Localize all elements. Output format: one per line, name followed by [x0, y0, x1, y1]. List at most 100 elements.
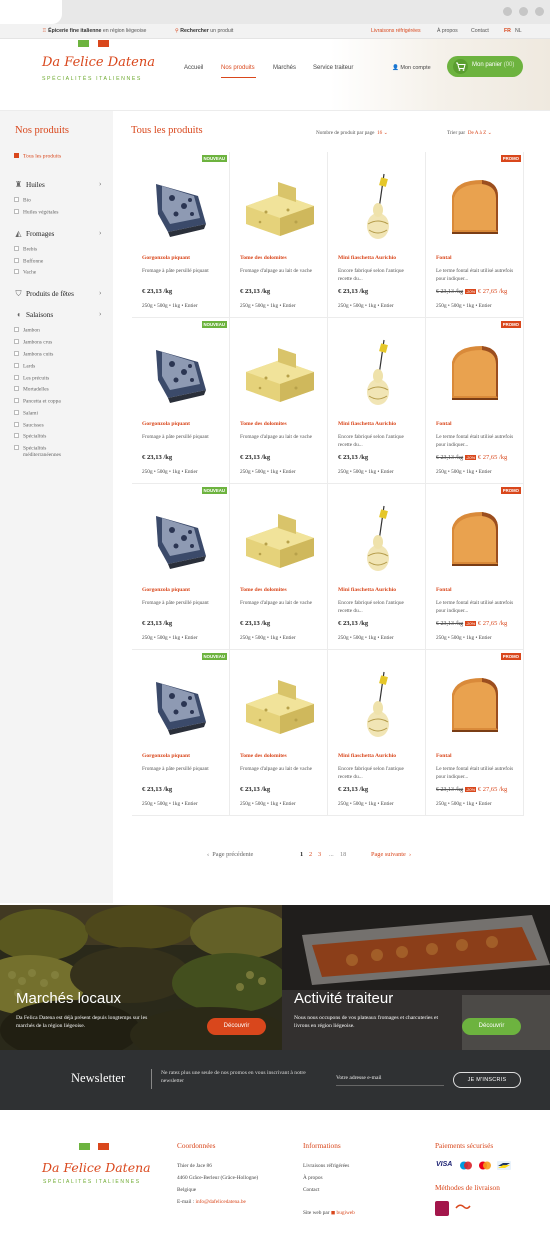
product-image[interactable]: [328, 498, 426, 576]
product-card[interactable]: Tome des dolomites Fromage d'alpage au la…: [230, 152, 328, 318]
product-image[interactable]: [426, 664, 524, 742]
product-image[interactable]: [230, 498, 328, 576]
sidebar-item-jambons-crus[interactable]: Jambons crus: [14, 339, 52, 346]
product-image[interactable]: [426, 332, 524, 410]
cart-button[interactable]: Mon panier (00): [447, 56, 523, 77]
product-name[interactable]: Gorgonzola piquant: [142, 587, 190, 593]
search-link[interactable]: ⚲ Rechercher un produit: [175, 28, 233, 34]
checkbox[interactable]: [14, 410, 19, 415]
product-image[interactable]: [230, 166, 328, 244]
product-name[interactable]: Tome des dolomites: [240, 255, 287, 261]
weight-options[interactable]: 250g • 500g • 1kg • Entier: [436, 469, 492, 475]
page-18[interactable]: 18: [340, 851, 346, 858]
subscribe-button[interactable]: JE M'INSCRIS: [453, 1072, 521, 1088]
product-card[interactable]: PROMO Fontal Le terme fontal était utilisé…: [426, 152, 524, 318]
email-link[interactable]: info@dafelicedatena.be: [196, 1199, 246, 1205]
sidebar-item-les-precuits[interactable]: Les précuits: [14, 375, 49, 382]
sidebar-item-lards[interactable]: Lards: [14, 363, 35, 370]
sidebar-item-bio[interactable]: Bio: [14, 197, 31, 204]
product-image[interactable]: [132, 664, 230, 742]
product-name[interactable]: Gorgonzola piquant: [142, 255, 190, 261]
chevron-right-icon[interactable]: ›: [99, 289, 101, 297]
next-page-link[interactable]: Page suivante ›: [371, 851, 411, 858]
account-link[interactable]: 👤 Mon compte: [392, 65, 431, 71]
chevron-right-icon[interactable]: ›: [99, 229, 101, 237]
weight-options[interactable]: 250g • 500g • 1kg • Entier: [436, 303, 492, 309]
page-3[interactable]: 3: [318, 851, 321, 858]
weight-options[interactable]: 250g • 500g • 1kg • Entier: [142, 635, 198, 641]
product-image[interactable]: [328, 166, 426, 244]
checkbox[interactable]: [14, 258, 19, 263]
checkbox[interactable]: [14, 197, 19, 202]
product-name[interactable]: Tome des dolomites: [240, 587, 287, 593]
checkbox[interactable]: [14, 386, 19, 391]
banner-marches[interactable]: Marchés locaux Da Felica Datena est déjà…: [0, 905, 282, 1050]
weight-options[interactable]: 250g • 500g • 1kg • Entier: [240, 635, 296, 641]
checkbox[interactable]: [14, 246, 19, 251]
sidebar-item-pancetta-et-coppa[interactable]: Pancetta et coppa: [14, 398, 61, 405]
product-name[interactable]: Tome des dolomites: [240, 421, 287, 427]
product-name[interactable]: Mini fiaschetta Aurichio: [338, 255, 396, 261]
product-card[interactable]: NOUVEAU Gorgonzola piquant Fromage à pâte …: [132, 484, 230, 650]
browser-tab[interactable]: [0, 0, 62, 24]
footer-link-contact[interactable]: Contact: [303, 1187, 319, 1193]
product-image[interactable]: [328, 332, 426, 410]
sidebar-item-all[interactable]: Tous les produits: [14, 153, 61, 160]
product-image[interactable]: [230, 664, 328, 742]
product-name[interactable]: Mini fiaschetta Aurichio: [338, 421, 396, 427]
weight-options[interactable]: 250g • 500g • 1kg • Entier: [436, 635, 492, 641]
product-card[interactable]: Mini fiaschetta Aurichio Encore fabriqué …: [328, 484, 426, 650]
about-link[interactable]: À propos: [437, 28, 458, 34]
product-card[interactable]: Mini fiaschetta Aurichio Encore fabriqué …: [328, 318, 426, 484]
lang-fr[interactable]: FR: [504, 28, 511, 34]
product-name[interactable]: Fontal: [436, 587, 452, 593]
checkbox[interactable]: [14, 209, 19, 214]
window-dot[interactable]: [535, 7, 544, 16]
checkbox[interactable]: [14, 153, 19, 158]
product-card[interactable]: NOUVEAU Gorgonzola piquant Fromage à pâte …: [132, 152, 230, 318]
weight-options[interactable]: 250g • 500g • 1kg • Entier: [240, 303, 296, 309]
delivery-link[interactable]: Livraisons réfrigérées: [371, 28, 421, 34]
sidebar-cat-fromages[interactable]: ◭ Fromages: [14, 229, 54, 238]
product-card[interactable]: PROMO Fontal Le terme fontal était utilisé…: [426, 484, 524, 650]
weight-options[interactable]: 250g • 500g • 1kg • Entier: [240, 469, 296, 475]
product-name[interactable]: Gorgonzola piquant: [142, 421, 190, 427]
product-name[interactable]: Gorgonzola piquant: [142, 753, 190, 759]
sidebar-item-vache[interactable]: Vache: [14, 269, 36, 276]
page-1[interactable]: 1: [300, 851, 303, 858]
sort-select[interactable]: Trier par De A à Z ⌄: [447, 130, 492, 136]
product-name[interactable]: Fontal: [436, 255, 452, 261]
nav-accueil[interactable]: Accueil: [184, 65, 203, 71]
checkbox[interactable]: [14, 375, 19, 380]
logo-name[interactable]: Da Felice Datena: [42, 55, 155, 70]
product-card[interactable]: Tome des dolomites Fromage d'alpage au la…: [230, 484, 328, 650]
sidebar-cat-salaisons[interactable]: ◖ Salaisons: [14, 310, 53, 319]
checkbox[interactable]: [14, 339, 19, 344]
checkbox[interactable]: [14, 445, 19, 450]
email-field[interactable]: Votre adresse e-mail: [336, 1075, 382, 1081]
chevron-right-icon[interactable]: ›: [99, 310, 101, 318]
product-card[interactable]: Mini fiaschetta Aurichio Encore fabriqué …: [328, 152, 426, 318]
weight-options[interactable]: 250g • 500g • 1kg • Entier: [338, 635, 394, 641]
banner-traiteur[interactable]: Activité traiteur Nous nous occupons de …: [282, 905, 550, 1050]
weight-options[interactable]: 250g • 500g • 1kg • Entier: [142, 801, 198, 807]
nav-nos-produits[interactable]: Nos produits: [221, 65, 255, 71]
checkbox[interactable]: [14, 351, 19, 356]
prev-page-link[interactable]: ‹ Page précédente: [207, 851, 253, 858]
weight-options[interactable]: 250g • 500g • 1kg • Entier: [142, 303, 198, 309]
product-card[interactable]: NOUVEAU Gorgonzola piquant Fromage à pâte …: [132, 650, 230, 816]
weight-options[interactable]: 250g • 500g • 1kg • Entier: [142, 469, 198, 475]
checkbox[interactable]: [14, 363, 19, 368]
product-card[interactable]: Tome des dolomites Fromage d'alpage au la…: [230, 318, 328, 484]
footer-link-apropos[interactable]: À propos: [303, 1175, 323, 1181]
sidebar-item-buffonne[interactable]: Buffonne: [14, 258, 43, 265]
product-image[interactable]: [132, 332, 230, 410]
product-name[interactable]: Fontal: [436, 753, 452, 759]
sidebar-item-salami[interactable]: Salami: [14, 410, 38, 417]
sidebar-cat-huiles[interactable]: ♜ Huiles: [14, 180, 45, 189]
sidebar-item-jambon[interactable]: Jambon: [14, 327, 40, 334]
product-image[interactable]: [230, 332, 328, 410]
sidebar-item-huiles-vegetales[interactable]: Huiles végétales: [14, 209, 58, 216]
product-image[interactable]: [426, 166, 524, 244]
contact-link[interactable]: Contact: [471, 28, 489, 34]
